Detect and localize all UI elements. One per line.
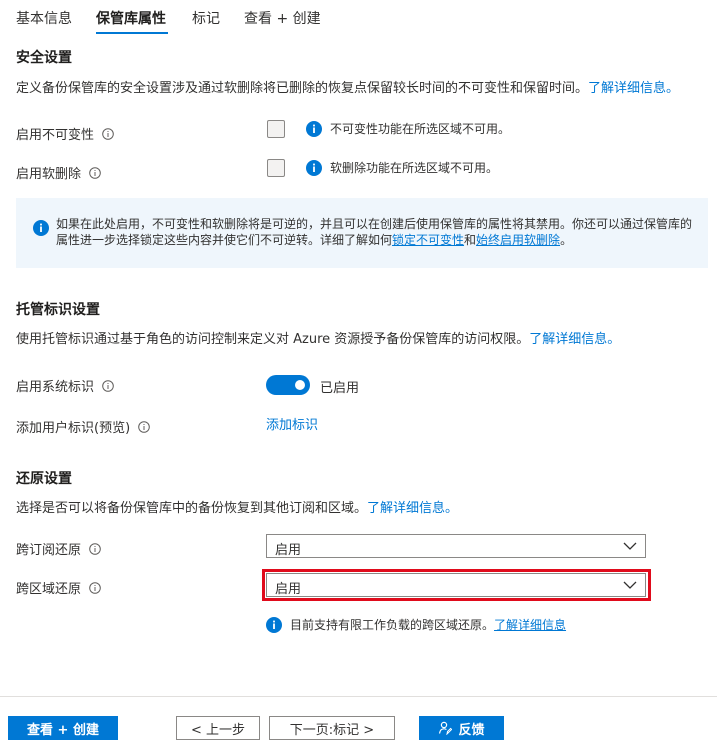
- restore-settings-title: 还原设置: [16, 471, 72, 487]
- immutability-checkbox[interactable]: [267, 120, 285, 138]
- system-identity-label: 启用系统标识: [16, 376, 114, 395]
- user-identity-label-text: 添加用户标识(预览): [16, 421, 131, 436]
- chevron-down-icon: [623, 542, 637, 550]
- cross-region-restore-label: 跨区域还原: [16, 578, 101, 597]
- toggle-knob: [295, 380, 305, 390]
- softdelete-label-text: 启用软删除: [16, 167, 82, 182]
- info-icon[interactable]: [89, 581, 101, 594]
- security-learn-more-link[interactable]: 了解详细信息。: [588, 81, 679, 96]
- restore-desc-text: 选择是否可以将备份保管库中的备份恢复到其他订阅和区域。: [16, 501, 368, 516]
- cross-subscription-selected-value: 启用: [275, 543, 302, 558]
- info-message-bar: 如果在此处启用，不可变性和软删除将是可逆的，并且可以在创建后使用保管库的属性将其…: [16, 198, 708, 268]
- identity-learn-more-link[interactable]: 了解详细信息。: [529, 332, 620, 347]
- info-text-part-1: 如果在此处启用，不可变性和软删除将是可逆的，并且可以在创建后使用保管库的属性将其…: [56, 217, 693, 247]
- tab-review-create[interactable]: 查看 + 创建: [244, 8, 321, 28]
- cross-subscription-label-text: 跨订阅还原: [16, 543, 82, 558]
- tab-vault-properties[interactable]: 保管库属性: [96, 8, 166, 28]
- cross-region-note-text: 目前支持有限工作负载的跨区域还原。: [290, 618, 495, 632]
- security-desc-text: 定义备份保管库的安全设置涉及通过软删除将已删除的恢复点保留较长时间的不可变性和保…: [16, 81, 589, 96]
- feedback-button[interactable]: 反馈: [419, 716, 504, 740]
- previous-button[interactable]: < 上一步: [176, 716, 260, 740]
- footer-divider: [0, 696, 717, 697]
- info-text-part-3: 。: [560, 233, 573, 247]
- info-icon[interactable]: [102, 127, 114, 140]
- info-filled-icon: [266, 616, 282, 633]
- info-icon[interactable]: [89, 542, 101, 555]
- info-icon[interactable]: [89, 166, 101, 179]
- security-settings-title: 安全设置: [16, 50, 72, 66]
- restore-learn-more-link[interactable]: 了解详细信息。: [367, 501, 458, 516]
- info-filled-icon: [306, 120, 322, 137]
- review-create-button[interactable]: 查看 + 创建: [8, 716, 118, 740]
- feedback-icon: [439, 721, 453, 735]
- identity-settings-description: 使用托管标识通过基于角色的访问控制来定义对 Azure 资源授予备份保管库的访问…: [16, 328, 620, 347]
- info-message-text: 如果在此处启用，不可变性和软删除将是可逆的，并且可以在创建后使用保管库的属性将其…: [56, 216, 696, 248]
- softdelete-note-text: 软删除功能在所选区域不可用。: [330, 161, 499, 175]
- info-icon[interactable]: [138, 420, 150, 433]
- cross-region-note: 目前支持有限工作负载的跨区域还原。 了解详细信息: [266, 616, 566, 633]
- immutability-label-text: 启用不可变性: [16, 128, 95, 143]
- system-identity-toggle[interactable]: [266, 375, 310, 395]
- immutability-label: 启用不可变性: [16, 124, 114, 143]
- tab-bar: 基本信息 保管库属性 标记 查看 + 创建: [0, 0, 717, 36]
- feedback-label: 反馈: [458, 722, 485, 738]
- immutability-note-text: 不可变性功能在所选区域不可用。: [330, 122, 511, 136]
- cross-region-restore-dropdown[interactable]: 启用: [266, 573, 646, 597]
- info-filled-icon: [33, 220, 49, 236]
- identity-desc-text: 使用托管标识通过基于角色的访问控制来定义对 Azure 资源授予备份保管库的访问…: [16, 332, 530, 347]
- softdelete-note: 软删除功能在所选区域不可用。: [306, 159, 498, 176]
- user-identity-label: 添加用户标识(预览): [16, 417, 150, 436]
- chevron-down-icon: [623, 581, 637, 589]
- active-tab-indicator: [96, 32, 168, 34]
- cross-region-learn-more-link[interactable]: 了解详细信息: [494, 616, 566, 633]
- softdelete-checkbox[interactable]: [267, 159, 285, 177]
- always-on-softdelete-link[interactable]: 始终启用软删除: [476, 233, 560, 247]
- info-filled-icon: [306, 159, 322, 176]
- cross-subscription-restore-dropdown[interactable]: 启用: [266, 534, 646, 558]
- tab-basics[interactable]: 基本信息: [16, 8, 72, 28]
- next-tags-button[interactable]: 下一页:标记 >: [269, 716, 395, 740]
- security-settings-description: 定义备份保管库的安全设置涉及通过软删除将已删除的恢复点保留较长时间的不可变性和保…: [16, 77, 679, 96]
- immutability-note: 不可变性功能在所选区域不可用。: [306, 120, 510, 137]
- lock-immutability-link[interactable]: 锁定不可变性: [392, 233, 464, 247]
- cross-subscription-restore-label: 跨订阅还原: [16, 539, 101, 558]
- cross-region-selected-value: 启用: [275, 582, 302, 597]
- info-icon[interactable]: [102, 379, 114, 392]
- identity-settings-title: 托管标识设置: [16, 302, 100, 318]
- cross-region-label-text: 跨区域还原: [16, 582, 82, 597]
- softdelete-label: 启用软删除: [16, 163, 101, 182]
- tab-tags[interactable]: 标记: [192, 8, 220, 28]
- add-identity-link[interactable]: 添加标识: [266, 414, 318, 433]
- info-text-part-2: 和: [464, 233, 477, 247]
- system-identity-label-text: 启用系统标识: [16, 380, 95, 395]
- restore-settings-description: 选择是否可以将备份保管库中的备份恢复到其他订阅和区域。了解详细信息。: [16, 497, 458, 516]
- system-identity-state: 已启用: [320, 381, 360, 396]
